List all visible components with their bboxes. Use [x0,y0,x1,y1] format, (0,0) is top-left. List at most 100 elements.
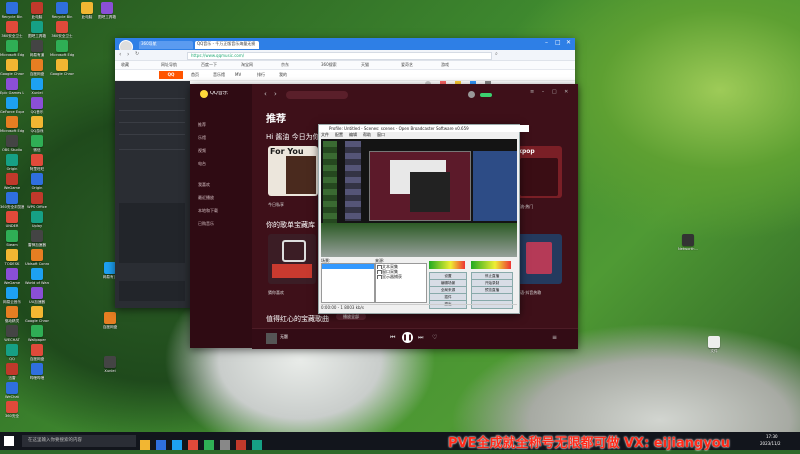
browser-side-panel [115,81,190,308]
watermark-text: PVE全成就全称号无限都可做 VX: eijiangyou [448,436,730,451]
app-icon [31,230,43,242]
album-thumbnail[interactable] [266,333,277,344]
back-icon[interactable]: ‹ [264,90,267,98]
bookmark-item[interactable]: 天猫 [361,62,369,67]
sidebar-item[interactable]: 推荐 [198,122,248,131]
scenes-list[interactable] [321,263,375,303]
album-art [286,156,316,194]
app-icon [6,249,18,261]
bookmark-item[interactable]: 爱奇艺 [401,62,413,67]
desktop-icon[interactable]: 图吧工具箱 [95,2,119,28]
app-icon [6,97,18,109]
source-checkbox[interactable] [377,275,382,279]
desktop-icon-networth[interactable]: Networth... [676,234,700,260]
sidebar-item[interactable]: 本地和下载 [198,208,248,217]
player-bar: 无题 ⏮ ❚❚ ⏭ ♡ ≡ [252,328,578,349]
taskbar-app-icon[interactable] [172,440,182,450]
scene-item-selected[interactable] [322,264,374,269]
pause-button[interactable]: ❚❚ [402,332,413,343]
app-icon [31,363,43,375]
taskbar-app-icon[interactable] [252,440,262,450]
vip-badge [480,93,492,97]
window-controls[interactable]: ≡ – □ ✕ [530,89,571,95]
taskbar-app-icon[interactable] [204,440,214,450]
address-bar[interactable]: https://www.qqmusic.com/ [187,52,492,60]
minimize-icon[interactable]: – [545,39,548,46]
close-icon[interactable]: ✕ [566,39,571,46]
source-item[interactable]: 显示器捕获 [376,274,426,279]
nav-link[interactable]: 音乐馆 [213,72,225,77]
search-icon[interactable]: ⌕ [495,51,498,57]
obs-menu-item[interactable]: 帮助 [363,132,371,137]
sidebar-item[interactable]: 视频 [198,148,248,157]
sources-list[interactable]: 文本采集 窗口采集 显示器捕获 [375,263,427,303]
taskbar-app-icon[interactable] [188,440,198,450]
bookmark-item[interactable]: 360搜索 [321,62,337,67]
obs-menu-item[interactable]: 编辑 [349,132,357,137]
bookmark-item[interactable]: 游戏 [441,62,449,67]
mic-volume-meter[interactable] [429,261,465,269]
windows-start-icon[interactable] [4,436,14,446]
desktop-icon[interactable]: 哔哩哔哩 [25,363,49,389]
sidebar-item[interactable]: 我喜欢 [198,182,248,191]
nav-link[interactable]: 首页 [191,72,199,77]
sidebar-item[interactable]: 电台 [198,161,248,170]
tab-navigation[interactable]: 360导航 [139,41,193,49]
app-icon [6,192,18,204]
tab-qqmusic[interactable]: QQ音乐 - 千万正版音乐海量无损 [195,41,259,49]
sidebar-item[interactable]: 最近播放 [198,195,248,204]
forward-icon[interactable]: › [274,90,277,98]
forward-icon[interactable]: › [127,51,129,58]
taskbar-app-icon[interactable] [220,440,230,450]
browser-tab-strip: 360导航 QQ音乐 - 千万正版音乐海量无损 – □ ✕ [115,38,575,54]
bookmark-item[interactable]: 网址导航 [161,62,177,67]
card-for-you[interactable]: For You [268,146,318,196]
bookmark-item[interactable]: 收藏 [121,62,129,67]
nav-link[interactable]: 我的 [279,72,287,77]
card-kpop[interactable]: kpop [516,146,562,198]
next-icon[interactable]: ⏭ [418,334,423,342]
heart-icon[interactable]: ♡ [432,334,437,341]
desktop-icon[interactable]: 360安全 [0,401,24,427]
refresh-icon[interactable]: ↻ [135,51,139,57]
sidebar-item[interactable]: 乐馆 [198,135,248,144]
obs-menu-item[interactable]: 文件 [321,132,329,137]
desktop-icon[interactable]: 百度网盘 [98,312,122,338]
app-icon [6,173,18,185]
desktop-icon-file[interactable]: 文件 [702,336,726,362]
avatar[interactable] [468,91,475,98]
nav-link[interactable]: 排行 [257,72,265,77]
card-radar[interactable] [268,234,316,284]
prev-icon[interactable]: ⏮ [390,334,395,342]
sidebar-item[interactable]: 已购音乐 [198,221,248,230]
taskbar-app-icon[interactable] [140,440,150,450]
taskbar-app-icon[interactable] [236,440,246,450]
bookmark-item[interactable]: 京东 [281,62,289,67]
site-logo[interactable]: QQ [159,71,183,79]
app-icon [6,306,18,318]
taskbar-app-icon[interactable] [156,440,166,450]
side-menu [119,87,185,187]
maximize-icon[interactable]: □ [555,39,561,46]
bookmark-item[interactable]: 淘宝网 [241,62,253,67]
desktop-icon[interactable]: Xunlei [98,356,122,382]
app-icon [6,135,18,147]
file-icon [708,336,720,348]
nav-link[interactable]: MV [235,72,241,77]
obs-menu-item[interactable]: 配置 [335,132,343,137]
app-icon [81,2,93,14]
bookmark-item[interactable]: 百度一下 [201,62,217,67]
desktop-icon[interactable]: Google Chrome [50,59,74,85]
page-title: 推荐 [266,114,286,125]
obs-menu-item[interactable]: 窗口 [377,132,385,137]
back-icon[interactable]: ‹ [119,51,121,58]
card-playlist[interactable] [516,234,562,284]
qqmusic-search-input[interactable] [286,91,348,99]
taskbar-search-input[interactable]: 在这里输入你要搜索的内容 [22,435,136,447]
qqmusic-logo-text: QQ音乐 [210,91,228,96]
play-all-button[interactable]: 播放全部 [336,313,366,320]
app-icon [6,40,18,52]
app-icon [6,116,18,128]
desktop-volume-meter[interactable] [471,261,511,269]
playlist-icon[interactable]: ≡ [552,334,557,341]
